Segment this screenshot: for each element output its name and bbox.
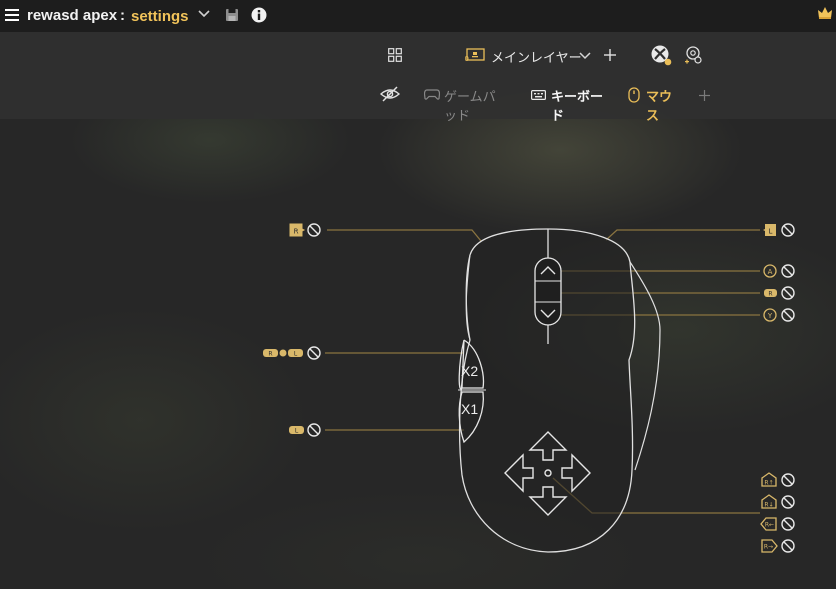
mapping-badge-wheel-click: R	[764, 286, 795, 300]
combo-plus-icon	[279, 349, 287, 357]
side-button-x1-label: X1	[461, 401, 479, 417]
mouse-diagram	[325, 228, 760, 553]
badge-text: R	[768, 291, 772, 298]
mapping-badge-move-left: R←	[760, 517, 795, 531]
badge-text: L	[769, 228, 773, 236]
mapping-move-left[interactable]: R←	[760, 516, 798, 532]
badge-text: R	[268, 351, 272, 358]
connector-right-click	[605, 229, 760, 241]
badge-text: R→	[764, 544, 773, 551]
mapping-wheel-up[interactable]: A	[762, 263, 798, 279]
mapping-right-click[interactable]: L	[762, 222, 798, 238]
mapping-move-right[interactable]: R→	[760, 538, 798, 554]
mapping-badge-side-x2: R L	[263, 346, 321, 360]
mapping-badge-move-down: R↓	[761, 494, 795, 509]
mapping-side-x2[interactable]: R L	[262, 345, 324, 361]
mapping-badge-side-x1: L	[289, 423, 321, 437]
mapping-left-click[interactable]: R	[288, 222, 324, 238]
mapping-badge-wheel-up: A	[763, 264, 795, 278]
mapping-side-x1[interactable]: L	[288, 422, 324, 438]
mapping-move-up[interactable]: R↑	[760, 472, 798, 488]
badge-text: R←	[765, 522, 774, 529]
badge-text: A	[768, 268, 773, 276]
badge-text: R↑	[764, 480, 773, 487]
badge-text: R↓	[764, 502, 773, 509]
mapping-wheel-down[interactable]: Y	[762, 307, 798, 323]
mapping-badge-move-right: R→	[761, 539, 795, 553]
mapping-badge-move-up: R↑	[761, 472, 795, 487]
mapping-wheel-click[interactable]: R	[762, 285, 798, 301]
mapping-move-down[interactable]: R↓	[760, 494, 798, 510]
connector-left-click	[327, 229, 482, 242]
badge-text: Y	[767, 312, 773, 320]
scroll-wheel[interactable]	[534, 257, 562, 326]
mapping-badge-wheel-down: Y	[763, 308, 795, 322]
side-button-x2-label: X2	[461, 363, 479, 379]
mapping-badge-left-click: R	[289, 223, 321, 237]
mapping-badge-right-click: L	[763, 223, 795, 237]
badge-text: R	[294, 228, 299, 236]
